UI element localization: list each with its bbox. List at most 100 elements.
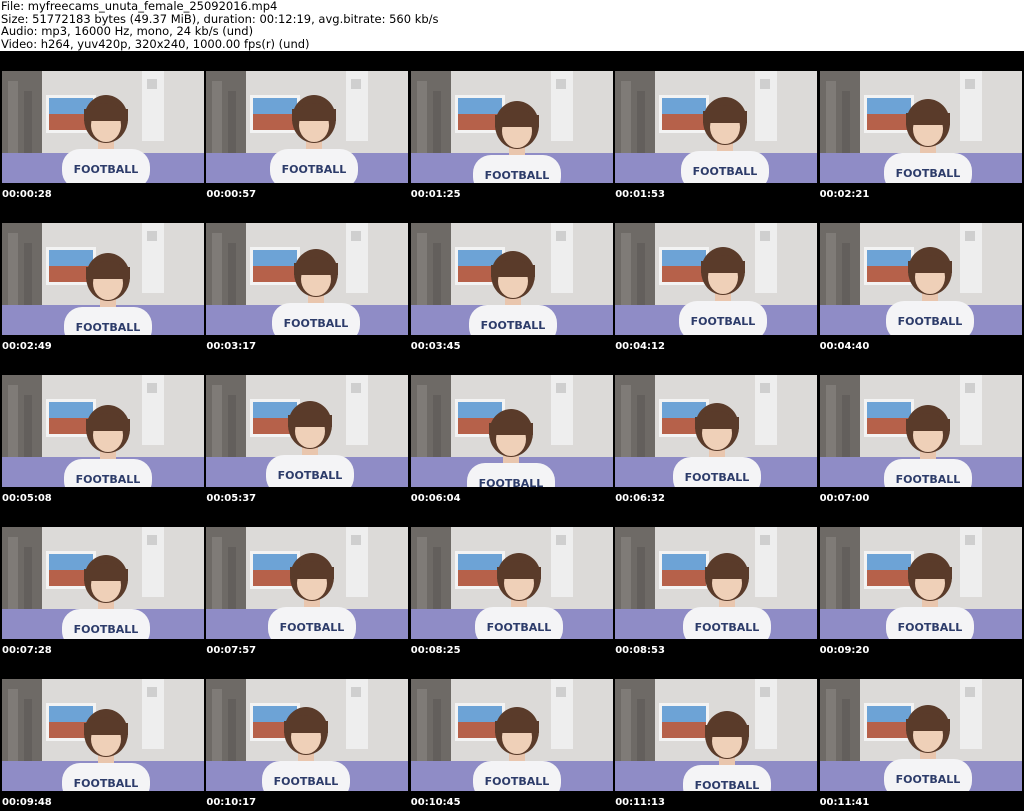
frame-thumbnail: FOOTBALL (615, 223, 818, 335)
frame-timestamp: 00:01:25 (410, 189, 461, 200)
frame-cell: FOOTBALL 00:10:45 (409, 659, 613, 811)
frame-timestamp: 00:00:57 (206, 189, 257, 200)
frame-cell: FOOTBALL 00:04:40 (818, 203, 1022, 355)
frame-thumbnail: FOOTBALL (206, 527, 409, 639)
frame-timestamp: 00:01:53 (615, 189, 665, 200)
frame-thumbnail: FOOTBALL (206, 71, 409, 183)
svg-text:FOOTBALL: FOOTBALL (282, 163, 347, 176)
svg-text:FOOTBALL: FOOTBALL (284, 317, 349, 330)
frame-timestamp: 00:04:12 (615, 341, 665, 352)
frame-timestamp: 00:03:45 (410, 341, 461, 352)
svg-text:FOOTBALL: FOOTBALL (484, 169, 549, 182)
frame-thumbnail: FOOTBALL (2, 71, 204, 183)
file-name-line: File: myfreecams_unuta_female_25092016.m… (1, 0, 278, 13)
svg-text:FOOTBALL: FOOTBALL (693, 165, 758, 178)
frame-cell: FOOTBALL 00:02:21 (818, 51, 1022, 203)
svg-text:FOOTBALL: FOOTBALL (74, 163, 139, 176)
frame-cell: FOOTBALL 00:02:49 (0, 203, 204, 355)
frame-cell: FOOTBALL 00:11:13 (613, 659, 818, 811)
frame-thumbnail: FOOTBALL (206, 223, 409, 335)
thumbnail-grid: FOOTBALL 00:00:28 FOOTBALL 00:00:57 FOOT… (0, 51, 1024, 811)
frame-timestamp: 00:08:25 (410, 645, 461, 656)
svg-text:FOOTBALL: FOOTBALL (484, 775, 549, 788)
frame-cell: FOOTBALL 00:00:28 (0, 51, 204, 203)
frame-thumbnail: FOOTBALL (819, 527, 1022, 639)
frame-thumbnail: FOOTBALL (2, 375, 204, 487)
frame-cell: FOOTBALL 00:06:04 (409, 355, 613, 507)
frame-timestamp: 00:09:20 (819, 645, 870, 656)
frame-thumbnail: FOOTBALL (819, 223, 1022, 335)
frame-timestamp: 00:08:53 (615, 645, 665, 656)
frame-cell: FOOTBALL 00:05:37 (204, 355, 409, 507)
svg-text:FOOTBALL: FOOTBALL (691, 315, 756, 328)
svg-text:FOOTBALL: FOOTBALL (74, 623, 139, 636)
frame-timestamp: 00:07:57 (206, 645, 257, 656)
frame-cell: FOOTBALL 00:05:08 (0, 355, 204, 507)
frame-timestamp: 00:00:28 (2, 189, 52, 200)
frame-thumbnail: FOOTBALL (206, 679, 409, 791)
file-info-header: File: myfreecams_unuta_female_25092016.m… (0, 0, 1024, 50)
frame-timestamp: 00:05:37 (206, 493, 257, 504)
frame-timestamp: 00:10:17 (206, 797, 257, 808)
frame-thumbnail: FOOTBALL (410, 223, 613, 335)
svg-text:FOOTBALL: FOOTBALL (274, 775, 339, 788)
frame-thumbnail: FOOTBALL (410, 71, 613, 183)
svg-text:FOOTBALL: FOOTBALL (897, 315, 962, 328)
frame-thumbnail: FOOTBALL (206, 375, 409, 487)
frame-cell: FOOTBALL 00:06:32 (613, 355, 818, 507)
svg-text:FOOTBALL: FOOTBALL (278, 469, 343, 482)
frame-thumbnail: FOOTBALL (2, 527, 204, 639)
frame-timestamp: 00:11:41 (819, 797, 870, 808)
frame-thumbnail: FOOTBALL (819, 71, 1022, 183)
svg-text:FOOTBALL: FOOTBALL (897, 621, 962, 634)
svg-text:FOOTBALL: FOOTBALL (76, 473, 141, 486)
frame-timestamp: 00:07:00 (819, 493, 870, 504)
frame-thumbnail: FOOTBALL (819, 679, 1022, 791)
frame-timestamp: 00:06:32 (615, 493, 665, 504)
svg-text:FOOTBALL: FOOTBALL (695, 779, 760, 791)
svg-text:FOOTBALL: FOOTBALL (280, 621, 345, 634)
svg-text:FOOTBALL: FOOTBALL (76, 321, 141, 334)
frame-thumbnail: FOOTBALL (615, 71, 818, 183)
video-info-line: Video: h264, yuv420p, 320x240, 1000.00 f… (1, 36, 310, 51)
frame-cell: FOOTBALL 00:03:17 (204, 203, 409, 355)
svg-text:FOOTBALL: FOOTBALL (895, 473, 960, 486)
frame-timestamp: 00:07:28 (2, 645, 52, 656)
frame-timestamp: 00:09:48 (2, 797, 52, 808)
frame-cell: FOOTBALL 00:11:41 (818, 659, 1022, 811)
frame-cell: FOOTBALL 00:00:57 (204, 51, 409, 203)
frame-timestamp: 00:11:13 (615, 797, 665, 808)
frame-cell: FOOTBALL 00:01:25 (409, 51, 613, 203)
frame-thumbnail: FOOTBALL (615, 679, 818, 791)
svg-text:FOOTBALL: FOOTBALL (895, 773, 960, 786)
frame-thumbnail: FOOTBALL (615, 375, 818, 487)
frame-thumbnail: FOOTBALL (410, 375, 613, 487)
frame-thumbnail: FOOTBALL (2, 679, 204, 791)
svg-text:FOOTBALL: FOOTBALL (478, 477, 543, 487)
frame-timestamp: 00:10:45 (410, 797, 461, 808)
svg-text:FOOTBALL: FOOTBALL (895, 167, 960, 180)
frame-timestamp: 00:05:08 (2, 493, 52, 504)
frame-timestamp: 00:06:04 (410, 493, 461, 504)
frame-cell: FOOTBALL 00:10:17 (204, 659, 409, 811)
frame-cell: FOOTBALL 00:07:57 (204, 507, 409, 659)
frame-timestamp: 00:04:40 (819, 341, 870, 352)
frame-cell: FOOTBALL 00:09:20 (818, 507, 1022, 659)
svg-text:FOOTBALL: FOOTBALL (685, 471, 750, 484)
frame-thumbnail: FOOTBALL (819, 375, 1022, 487)
frame-thumbnail: FOOTBALL (615, 527, 818, 639)
frame-timestamp: 00:02:49 (2, 341, 52, 352)
frame-cell: FOOTBALL 00:08:53 (613, 507, 818, 659)
frame-cell: FOOTBALL 00:08:25 (409, 507, 613, 659)
frame-thumbnail: FOOTBALL (410, 679, 613, 791)
frame-timestamp: 00:03:17 (206, 341, 257, 352)
audio-info-line: Audio: mp3, 16000 Hz, mono, 24 kb/s (und… (1, 24, 254, 38)
svg-text:FOOTBALL: FOOTBALL (486, 621, 551, 634)
frame-cell: FOOTBALL 00:03:45 (409, 203, 613, 355)
frame-cell: FOOTBALL 00:04:12 (613, 203, 818, 355)
frame-timestamp: 00:02:21 (819, 189, 870, 200)
frame-thumbnail: FOOTBALL (410, 527, 613, 639)
frame-thumbnail: FOOTBALL (2, 223, 204, 335)
frame-cell: FOOTBALL 00:07:28 (0, 507, 204, 659)
svg-text:FOOTBALL: FOOTBALL (480, 319, 545, 332)
